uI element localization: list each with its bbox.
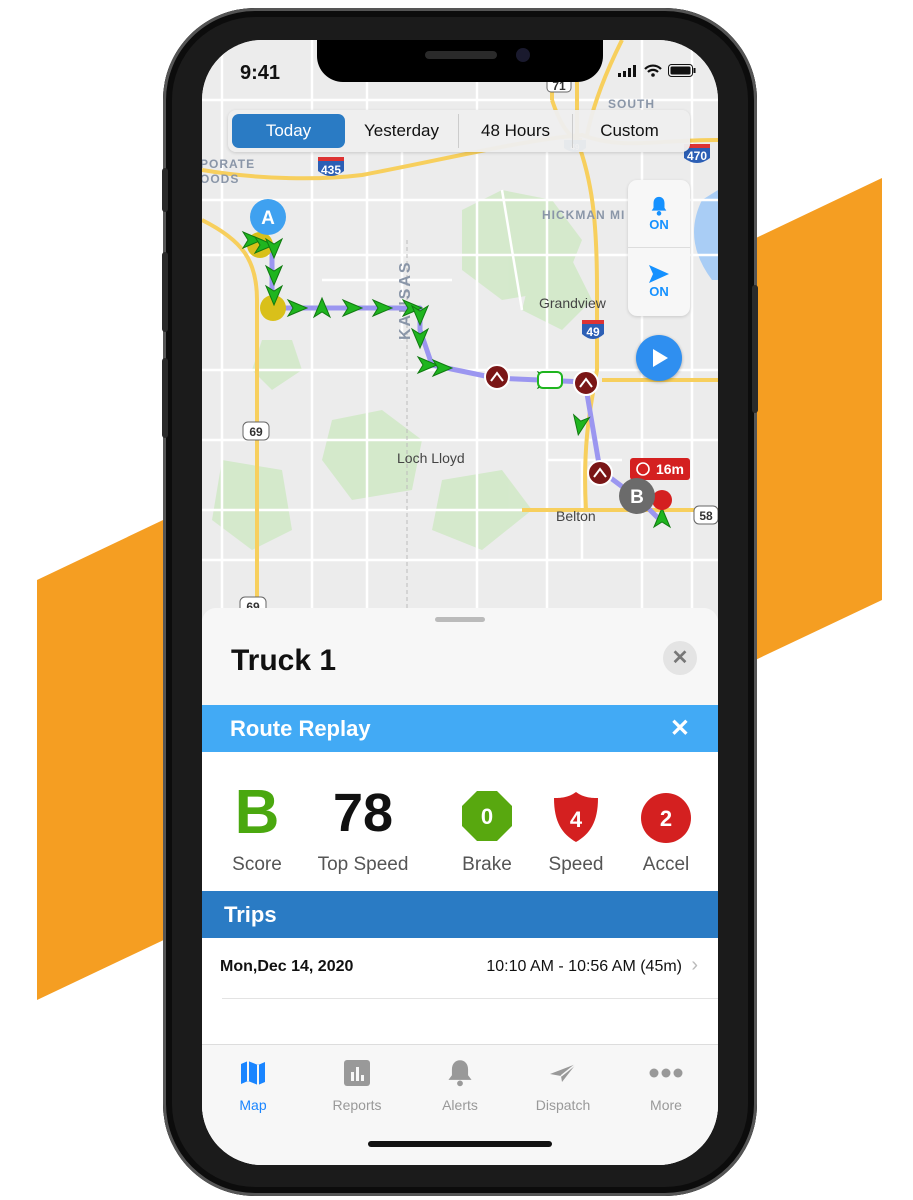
highway-shield-435: 435 [318,157,344,177]
bell-icon [651,196,667,216]
speeding-event-marker[interactable] [484,364,510,390]
map-label-kansas: KANSAS [397,260,414,340]
svg-text:B: B [630,487,644,508]
date-range-selector: Today Yesterday 48 Hours Custom [228,110,690,152]
close-route-replay-button[interactable]: ✕ [670,714,690,743]
trip-row[interactable]: Mon,Dec 14, 2020 10:10 AM - 10:56 AM (45… [220,938,718,999]
svg-text:58: 58 [699,509,713,523]
play-icon [653,349,668,367]
app-screen: SOUTH PORATE OODS HICKMAN MI KANSAS Gran… [202,40,718,1165]
phone-volume-down [162,358,168,438]
sheet-drag-handle[interactable] [435,617,485,622]
trip-date: Mon,Dec 14, 2020 [220,958,354,975]
more-dots-icon [649,1068,683,1078]
score-value: B [234,778,280,847]
close-icon: ✕ [671,647,689,669]
close-sheet-button[interactable]: ✕ [663,641,697,675]
vehicle-title: Truck 1 [231,644,337,677]
wifi-icon [644,64,662,77]
end-marker-b[interactable]: B [619,478,655,514]
tab-more[interactable]: More [621,1055,711,1113]
alerts-toggle[interactable]: ON [628,180,690,248]
svg-text:49: 49 [586,325,600,339]
tab-alerts-label: Alerts [442,1097,478,1113]
range-today[interactable]: Today [232,114,345,148]
message-event-marker[interactable] [537,371,563,389]
map-icon [241,1061,265,1085]
trips-list: Mon,Dec 14, 2020 10:10 AM - 10:56 AM (45… [202,938,718,1044]
accel-label: Accel [642,854,690,875]
score-label: Score [232,854,282,875]
range-48-hours[interactable]: 48 Hours [459,114,573,148]
tab-reports[interactable]: Reports [312,1055,402,1113]
map-label-loch-lloyd: Loch Lloyd [397,450,465,466]
top-speed-value: 78 [332,783,394,843]
follow-toggle[interactable]: ON [628,248,690,315]
battery-icon [668,64,696,77]
phone-power-button [752,285,758,413]
highway-shield-49: 49 [582,320,604,339]
us-shield-69: 69 [242,421,270,441]
range-yesterday[interactable]: Yesterday [345,114,459,148]
chevron-right-icon: › [691,954,698,976]
tab-map-label: Map [239,1097,267,1113]
home-indicator [368,1141,552,1147]
svg-text:A: A [261,208,275,229]
map-label-grandview: Grandview [539,295,607,311]
map-label-oods: OODS [202,172,239,186]
route-shield-58: 58 [693,505,718,525]
accel-count: 2 [659,806,673,831]
tab-map[interactable]: Map [208,1055,298,1113]
tab-dispatch-label: Dispatch [535,1097,591,1113]
tab-alerts[interactable]: Alerts [415,1055,505,1113]
map-label-hickman: HICKMAN MI [542,208,625,222]
location-arrow-icon [649,265,669,283]
start-marker-a[interactable]: A [250,199,286,235]
alerts-toggle-state: ON [649,217,669,232]
route-replay-bar: Route Replay ✕ [202,705,718,752]
svg-text:470: 470 [687,149,707,163]
svg-text:435: 435 [321,163,341,177]
svg-text:69: 69 [249,425,263,439]
trips-header: Trips [202,891,718,938]
trip-time-range: 10:10 AM - 10:56 AM (45m) [486,958,682,975]
paper-plane-icon [550,1063,577,1082]
top-speed-label: Top Speed [317,854,409,875]
trips-title: Trips [224,902,277,927]
tab-dispatch[interactable]: Dispatch [518,1055,608,1113]
map-label-porate: PORATE [202,157,255,171]
map-label-south: SOUTH [608,97,655,111]
tab-more-label: More [650,1097,682,1113]
trip-stats: B Score 78 Top Speed 0 Brake 4 Speed 2 A… [202,752,718,891]
device-notch [317,40,603,82]
follow-toggle-state: ON [649,284,669,299]
bar-chart-icon [344,1060,370,1086]
tab-bar: Map Reports Alerts Dispatch More [202,1044,718,1165]
svg-text:16m: 16m [656,461,684,477]
speeding-event-marker[interactable] [587,460,613,486]
bell-icon [448,1060,472,1087]
cellular-signal-icon [618,64,636,77]
play-button[interactable] [636,335,682,381]
phone-silent-switch [162,168,168,212]
map-label-belton: Belton [556,508,596,524]
route-replay-title: Route Replay [230,716,371,741]
status-time: 9:41 [240,62,281,84]
speeding-event-marker[interactable] [573,370,599,396]
range-custom[interactable]: Custom [573,114,686,148]
phone-volume-up [162,252,168,332]
tab-reports-label: Reports [332,1097,382,1113]
map-side-controls: ON ON [628,180,690,316]
